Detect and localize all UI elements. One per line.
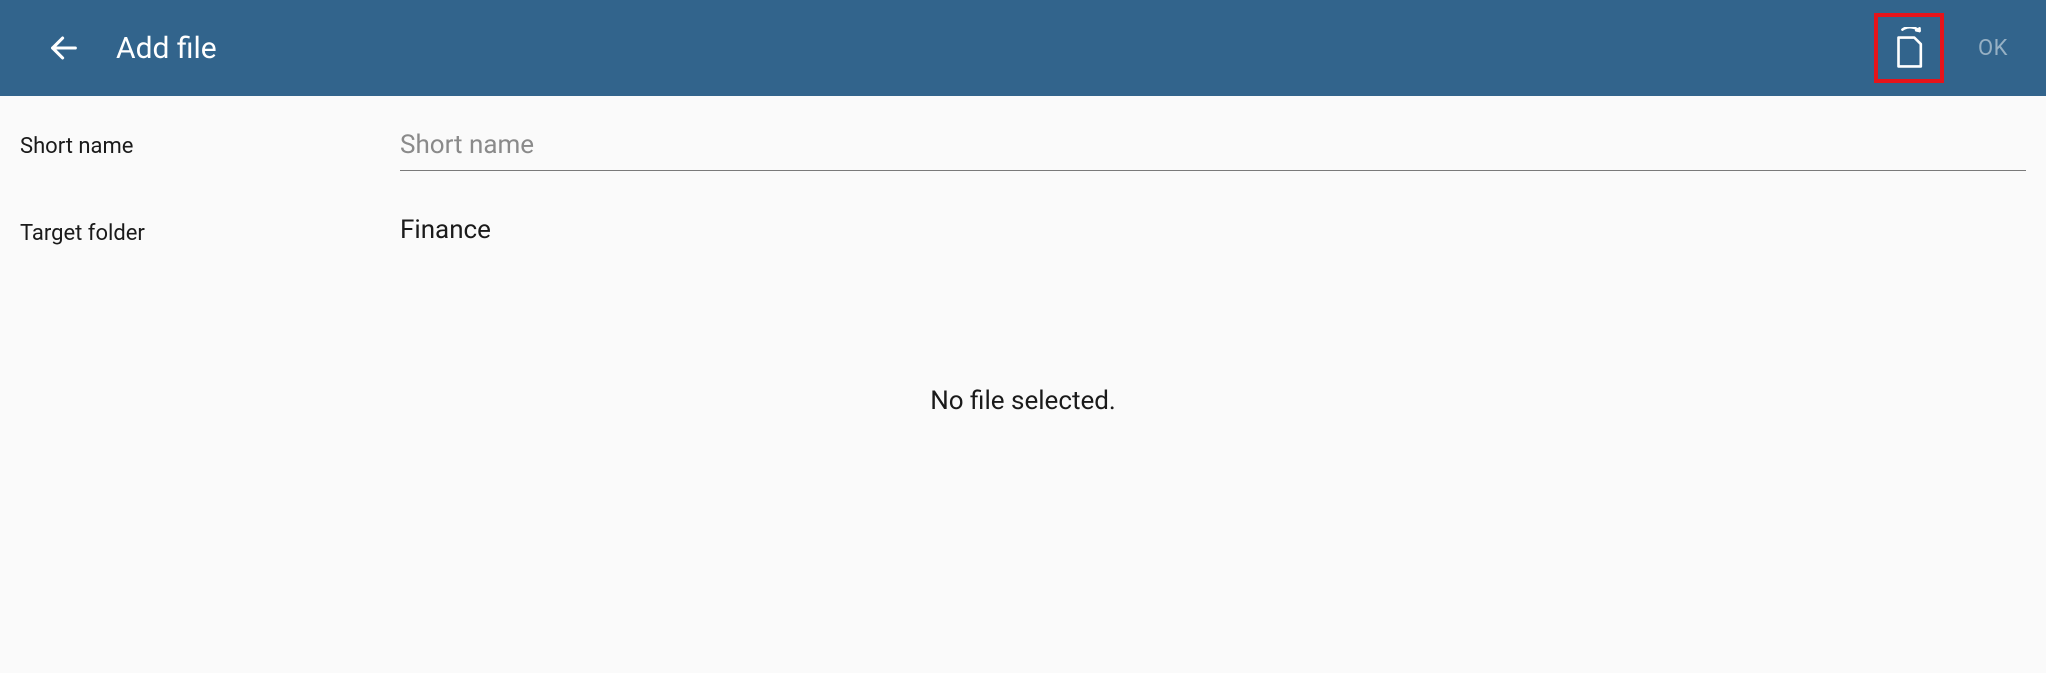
ok-button[interactable]: OK: [1960, 24, 2026, 73]
target-folder-value[interactable]: Finance: [400, 211, 2026, 245]
page-title: Add file: [116, 31, 1874, 66]
short-name-input[interactable]: [400, 124, 2026, 171]
app-header: Add file OK: [0, 0, 2046, 96]
target-folder-label: Target folder: [20, 211, 400, 246]
file-picker-button[interactable]: [1874, 13, 1944, 83]
target-folder-row: Target folder Finance: [20, 211, 2026, 246]
empty-file-message: No file selected.: [20, 386, 2026, 416]
form-content: Short name Target folder Finance No file…: [0, 96, 2046, 416]
file-rotate-icon: [1890, 27, 1928, 69]
short-name-row: Short name: [20, 124, 2026, 171]
back-arrow-icon: [47, 31, 81, 65]
short-name-label: Short name: [20, 124, 400, 159]
back-button[interactable]: [40, 24, 88, 72]
